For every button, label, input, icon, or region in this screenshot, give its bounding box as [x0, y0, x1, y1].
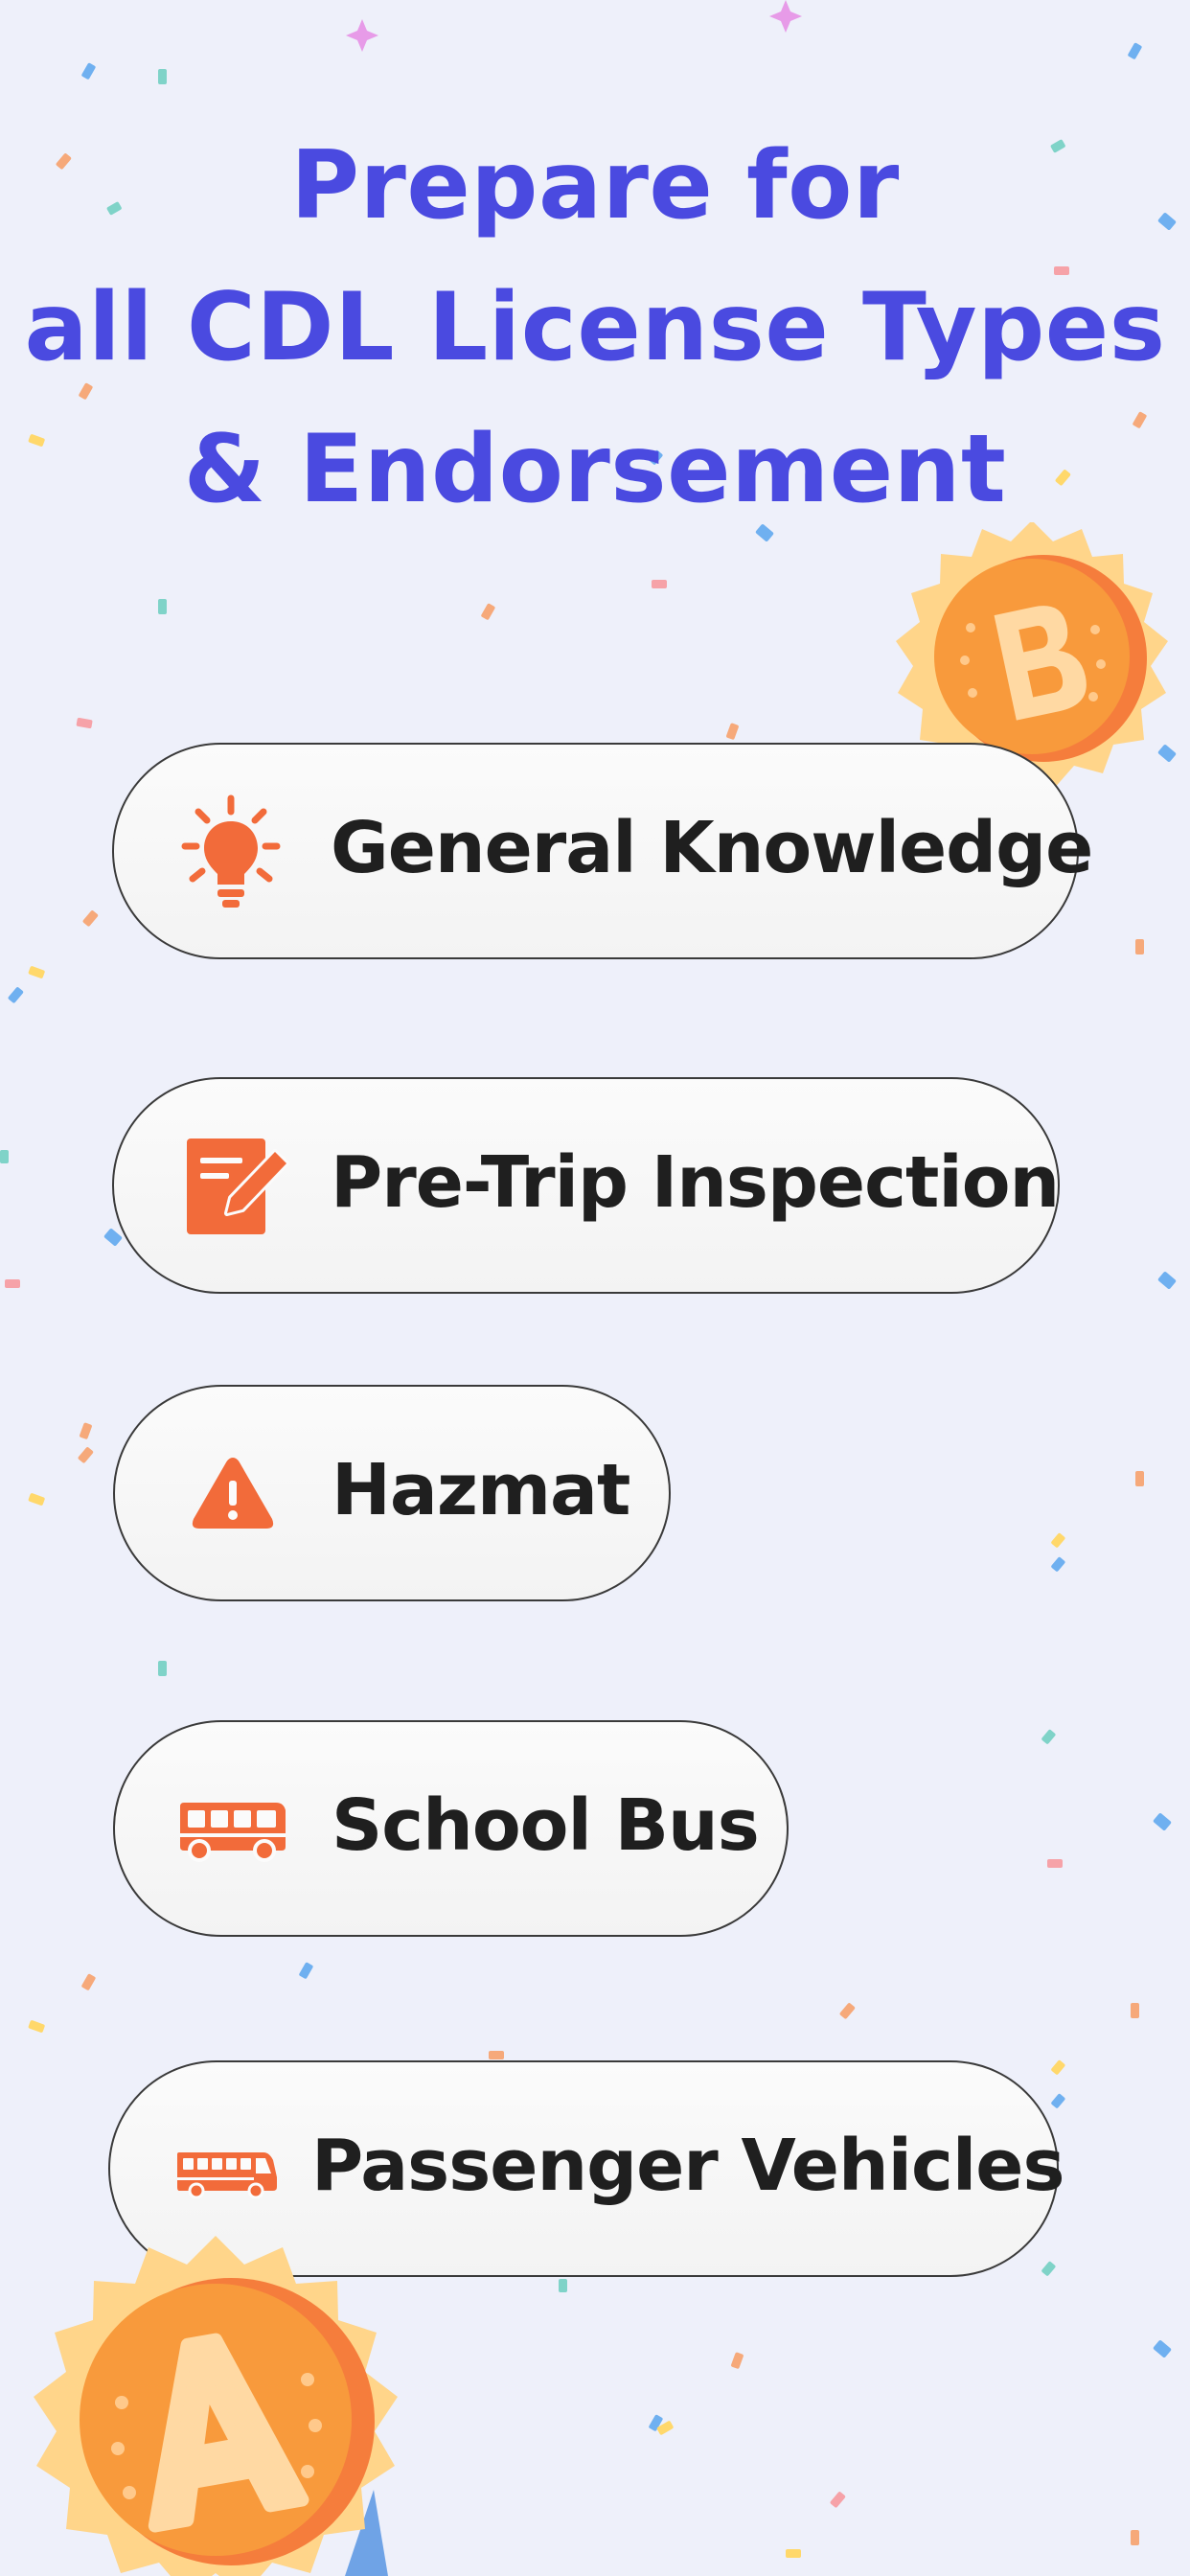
headline-line-1: Prepare for [290, 131, 900, 241]
topic-label: Pre-Trip Inspection [331, 1141, 1060, 1224]
topic-general-knowledge[interactable]: General Knowledge [112, 743, 1093, 959]
warning-icon [190, 1454, 276, 1532]
topic-label: Hazmat [332, 1449, 630, 1531]
topic-label: School Bus [332, 1784, 760, 1867]
edit-note-icon [187, 1135, 292, 1240]
headline-line-3: & Endorsement [183, 415, 1007, 524]
bus-icon [178, 1801, 287, 1862]
coach-bus-icon [175, 2150, 279, 2198]
badge-a [34, 2236, 398, 2576]
topic-label: General Knowledge [331, 807, 1093, 889]
topic-label: Passenger Vehicles [311, 2125, 1064, 2207]
headline-line-2: all CDL License Types [24, 273, 1166, 382]
page-title: Prepare for all CDL License Types & Endo… [0, 115, 1190, 540]
promo-screen: Prepare for all CDL License Types & Endo… [0, 0, 1190, 2576]
topic-pre-trip-inspection[interactable]: Pre-Trip Inspection [112, 1077, 1060, 1294]
lightbulb-icon [179, 793, 283, 913]
topic-hazmat[interactable]: Hazmat [113, 1385, 671, 1601]
topic-school-bus[interactable]: School Bus [113, 1720, 789, 1937]
